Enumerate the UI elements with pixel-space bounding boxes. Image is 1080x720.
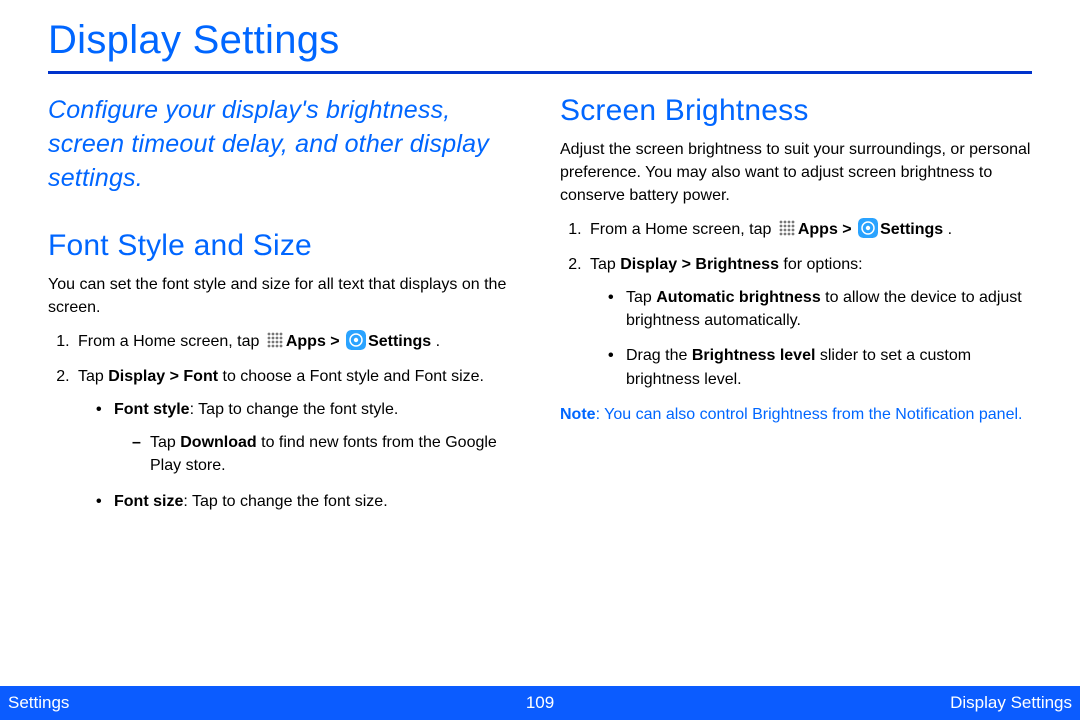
apps-label: Apps >: [286, 333, 344, 350]
intro-text: Configure your display's brightness, scr…: [48, 94, 520, 195]
text: to choose a Font style and Font size.: [218, 368, 484, 385]
settings-label: Settings: [368, 333, 431, 350]
font-bullet-size: Font size: Tap to change the font size.: [96, 490, 520, 513]
font-subbullet-download: Tap Download to find new fonts from the …: [132, 431, 520, 477]
font-bullets: Font style: Tap to change the font style…: [78, 398, 520, 513]
settings-icon: [858, 218, 878, 238]
text: .: [431, 333, 440, 350]
font-steps: From a Home screen, tap Apps > Settings …: [48, 330, 520, 513]
text: Drag the: [626, 347, 692, 364]
text: Tap: [590, 256, 620, 273]
apps-icon: [266, 331, 284, 349]
text: Tap: [78, 368, 108, 385]
page-title: Display Settings: [48, 18, 1032, 71]
font-sub-bullets: Tap Download to find new fonts from the …: [114, 431, 520, 477]
settings-icon: [346, 330, 366, 350]
text: From a Home screen, tap: [590, 221, 776, 238]
text: From a Home screen, tap: [78, 333, 264, 350]
text: for options:: [779, 256, 863, 273]
page-footer: Settings 109 Display Settings: [0, 686, 1080, 720]
text-bold: Automatic brightness: [656, 289, 820, 306]
brightness-steps: From a Home screen, tap Apps > Settings …: [560, 218, 1032, 391]
footer-left: Settings: [8, 693, 363, 713]
text-bold: Download: [180, 434, 256, 451]
font-step-2: Tap Display > Font to choose a Font styl…: [74, 365, 520, 513]
text: .: [943, 221, 952, 238]
text-bold: Brightness level: [692, 347, 816, 364]
text: : Tap to change the font size.: [183, 493, 387, 510]
note-label: Note: [560, 406, 596, 423]
text-bold: Display > Brightness: [620, 256, 779, 273]
brightness-step-2: Tap Display > Brightness for options: Ta…: [586, 253, 1032, 391]
left-column: Configure your display's brightness, scr…: [48, 94, 520, 525]
text: Tap: [150, 434, 180, 451]
font-lead: You can set the font style and size for …: [48, 273, 520, 319]
right-column: Screen Brightness Adjust the screen brig…: [560, 94, 1032, 525]
font-heading: Font Style and Size: [48, 229, 520, 263]
footer-page-number: 109: [363, 693, 718, 713]
brightness-step-1: From a Home screen, tap Apps > Settings …: [586, 218, 1032, 241]
brightness-bullet-auto: Tap Automatic brightness to allow the de…: [608, 286, 1032, 332]
text: Tap: [626, 289, 656, 306]
note-text: : You can also control Brightness from t…: [596, 406, 1023, 423]
columns: Configure your display's brightness, scr…: [48, 94, 1032, 525]
text-bold: Display > Font: [108, 368, 218, 385]
text-bold: Font size: [114, 493, 183, 510]
footer-right: Display Settings: [717, 693, 1072, 713]
brightness-lead: Adjust the screen brightness to suit you…: [560, 138, 1032, 208]
text: : Tap to change the font style.: [190, 401, 399, 418]
brightness-heading: Screen Brightness: [560, 94, 1032, 128]
apps-icon: [778, 219, 796, 237]
brightness-bullets: Tap Automatic brightness to allow the de…: [590, 286, 1032, 391]
settings-label: Settings: [880, 221, 943, 238]
font-step-1: From a Home screen, tap Apps > Settings …: [74, 330, 520, 353]
font-bullet-style: Font style: Tap to change the font style…: [96, 398, 520, 478]
manual-page: Display Settings Configure your display'…: [0, 0, 1080, 720]
text-bold: Font style: [114, 401, 190, 418]
title-rule: [48, 71, 1032, 74]
brightness-bullet-slider: Drag the Brightness level slider to set …: [608, 344, 1032, 390]
apps-label: Apps >: [798, 221, 856, 238]
brightness-note: Note: You can also control Brightness fr…: [560, 403, 1032, 426]
